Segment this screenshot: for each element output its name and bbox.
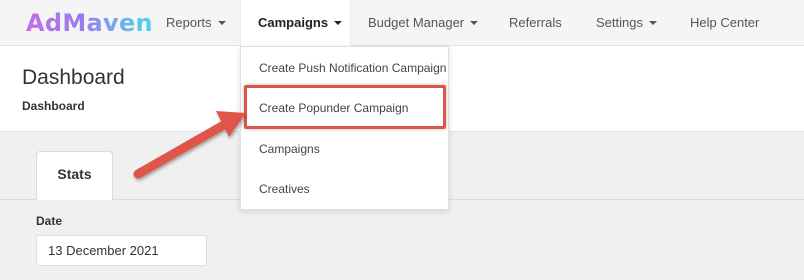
nav-item-label: Budget Manager xyxy=(368,15,465,30)
nav-item-budget-manager[interactable]: Budget Manager xyxy=(368,0,479,46)
nav-item-label: Settings xyxy=(596,15,643,30)
nav-item-settings[interactable]: Settings xyxy=(596,0,657,46)
page-title: Dashboard xyxy=(22,66,125,89)
caret-down-icon xyxy=(470,20,479,25)
brand-logo[interactable]: AdMaven xyxy=(26,8,153,38)
caret-down-icon xyxy=(334,20,343,25)
menu-item-campaigns[interactable]: Campaigns xyxy=(259,141,320,157)
date-input[interactable]: 13 December 2021 xyxy=(36,235,207,266)
nav-item-help-center[interactable]: Help Center xyxy=(690,0,759,46)
date-label: Date xyxy=(36,214,63,228)
menu-item-creatives[interactable]: Creatives xyxy=(259,181,310,197)
highlight-box xyxy=(244,85,446,129)
menu-item-create-push-notification-campaign[interactable]: Create Push Notification Campaign xyxy=(259,60,446,76)
nav-item-referrals[interactable]: Referrals xyxy=(509,0,562,46)
nav-item-reports[interactable]: Reports xyxy=(166,0,226,46)
nav-item-label: Reports xyxy=(166,15,212,30)
tab-label: Stats xyxy=(57,166,92,182)
nav-item-label: Referrals xyxy=(509,15,562,30)
nav-item-label: Campaigns xyxy=(258,15,329,30)
nav-item-label: Help Center xyxy=(690,15,760,30)
caret-down-icon xyxy=(217,20,226,25)
tab-divider-gap xyxy=(37,199,112,200)
tab-stats[interactable]: Stats xyxy=(36,151,113,200)
breadcrumb: Dashboard xyxy=(22,99,85,113)
nav-item-campaigns[interactable]: Campaigns xyxy=(240,0,351,46)
top-navbar: AdMaven Reports Campaigns Budget Manager… xyxy=(0,0,804,46)
caret-down-icon xyxy=(648,20,657,25)
